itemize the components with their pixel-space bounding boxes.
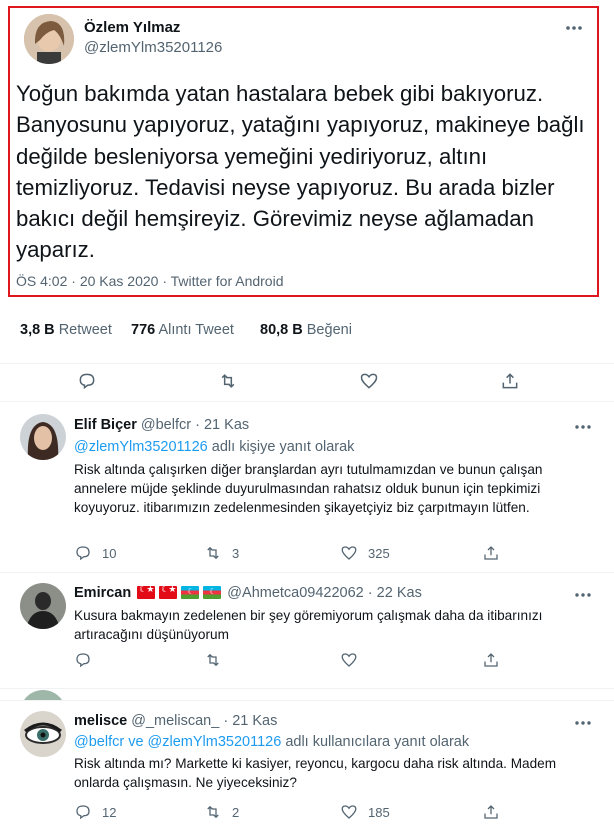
- mention-link[interactable]: @zlemYlm35201126: [74, 439, 208, 455]
- reply-icon: [76, 653, 90, 668]
- retweet-stat[interactable]: 3,8 B Retweet: [20, 322, 112, 338]
- retweet-button[interactable]: 3: [204, 543, 239, 563]
- like-icon: [341, 546, 357, 560]
- turkey-flag-icon: [159, 584, 178, 599]
- reply-header: melisce @_meliscan_ · 21 Kas: [74, 713, 278, 729]
- reply-tweet[interactable]: Emircan @Ahmetca09422062 · 22 Kas Kusura…: [0, 573, 614, 683]
- reply-avatar[interactable]: [20, 711, 66, 757]
- reply-button[interactable]: 12: [74, 802, 116, 822]
- replying-to: @belfcr ve @zlemYlm35201126 adlı kullanı…: [74, 734, 469, 750]
- share-icon: [484, 805, 498, 819]
- retweet-icon: [207, 546, 219, 560]
- like-count: 325: [368, 545, 390, 561]
- reply-icon: [76, 546, 90, 561]
- share-icon: [484, 653, 498, 667]
- reply-time[interactable]: 22 Kas: [377, 585, 422, 601]
- like-icon: [341, 805, 357, 819]
- tweet-date[interactable]: 20 Kas 2020: [80, 273, 159, 289]
- reply-text: Kusura bakmayın zedelenen bir şey göremi…: [74, 608, 543, 642]
- retweet-icon: [207, 653, 219, 667]
- retweet-count: 3,8 B: [20, 322, 55, 338]
- reply-header: Elif Biçer @belfcr · 21 Kas: [74, 417, 250, 433]
- retweet-icon: [207, 805, 219, 819]
- like-button[interactable]: 325: [340, 543, 390, 563]
- like-button[interactable]: 185: [340, 802, 390, 822]
- retweet-label: Retweet: [58, 322, 112, 338]
- retweet-count: 3: [232, 545, 240, 561]
- share-icon[interactable]: [500, 371, 522, 393]
- reply-button[interactable]: 10: [74, 543, 116, 563]
- reply-header: Emircan @Ahmetca09422062 · 22 Kas: [74, 584, 422, 601]
- quote-label: Alıntı Tweet: [158, 322, 234, 338]
- reply-author-handle[interactable]: @_meliscan_: [131, 713, 219, 729]
- tweet-action-bar: [0, 364, 614, 400]
- meta-separator: ·: [71, 273, 76, 289]
- tweet-time[interactable]: ÖS 4:02: [16, 273, 67, 289]
- share-icon: [484, 546, 498, 560]
- share-button[interactable]: [482, 802, 510, 822]
- reply-avatar[interactable]: [20, 583, 66, 629]
- reply-time[interactable]: 21 Kas: [204, 417, 249, 433]
- retweet-button[interactable]: [204, 650, 232, 670]
- like-icon: [341, 653, 357, 667]
- reply-tweet[interactable]: melisce @_meliscan_ · 21 Kas @belfcr ve …: [0, 701, 614, 826]
- partial-avatar: [20, 690, 66, 700]
- replying-suffix: adlı kullanıcılara yanıt olarak: [285, 734, 470, 750]
- like-stat[interactable]: 80,8 B Beğeni: [260, 322, 352, 338]
- more-options-icon[interactable]: [572, 419, 594, 435]
- replying-to: @zlemYlm35201126 adlı kişiye yanıt olara…: [74, 439, 354, 455]
- retweet-icon[interactable]: [218, 371, 240, 393]
- turkey-flag-icon: [137, 584, 156, 599]
- like-button[interactable]: [340, 650, 368, 670]
- reply-action-bar: [74, 650, 594, 672]
- like-count: 185: [368, 804, 390, 820]
- retweet-button[interactable]: 2: [204, 802, 239, 822]
- reply-author-handle[interactable]: @Ahmetca09422062: [227, 585, 363, 601]
- reply-button[interactable]: [74, 650, 102, 670]
- tweet-stats: 3,8 B Retweet 776 Alıntı Tweet 80,8 B Be…: [0, 300, 614, 364]
- like-label: Beğeni: [306, 322, 352, 338]
- main-tweet[interactable]: Özlem Yılmaz @zlemYlm35201126 Yoğun bakı…: [8, 6, 599, 297]
- reply-author-handle[interactable]: @belfcr: [141, 417, 191, 433]
- reply-author-name[interactable]: melisce: [74, 713, 127, 729]
- azerbaijan-flag-icon: [181, 586, 200, 599]
- tweet-text: Yoğun bakımda yatan hastalara bebek gibi…: [16, 81, 585, 263]
- author-avatar[interactable]: [24, 14, 74, 64]
- more-options-icon[interactable]: [572, 587, 594, 603]
- like-count: 80,8 B: [260, 322, 303, 338]
- reply-action-bar: 10 3 325: [74, 543, 594, 565]
- more-options-icon[interactable]: [572, 715, 594, 731]
- reply-tweet[interactable]: Elif Biçer @belfcr · 21 Kas @zlemYlm3520…: [0, 402, 614, 582]
- share-button[interactable]: [482, 650, 510, 670]
- reply-author-name[interactable]: Emircan: [74, 585, 131, 601]
- reply-count: 12: [102, 804, 117, 820]
- like-icon[interactable]: [359, 371, 381, 393]
- retweet-count: 2: [232, 804, 240, 820]
- reply-author-name[interactable]: Elif Biçer: [74, 417, 137, 433]
- reply-text: Risk altında mı? Markette ki kasiyer, re…: [74, 756, 557, 790]
- meta-separator: ·: [162, 273, 168, 289]
- quote-stat[interactable]: 776 Alıntı Tweet: [131, 322, 234, 338]
- reply-icon[interactable]: [77, 371, 99, 393]
- replying-suffix: adlı kişiye yanıt olarak: [211, 439, 355, 455]
- reply-icon: [76, 805, 90, 820]
- reply-text: Risk altında çalışırken diğer branşlarda…: [74, 462, 543, 515]
- reply-count: 10: [102, 545, 117, 561]
- tweet-metadata: ÖS 4:02 · 20 Kas 2020 · Twitter for Andr…: [16, 273, 283, 289]
- tweet-source[interactable]: Twitter for Android: [171, 273, 284, 289]
- mention-link[interactable]: @belfcr ve @zlemYlm35201126: [74, 734, 281, 750]
- reply-avatar[interactable]: [20, 414, 66, 460]
- reply-action-bar: 12 2 185: [74, 802, 594, 824]
- azerbaijan-flag-icon: [203, 586, 222, 599]
- tweet-page: Özlem Yılmaz @zlemYlm35201126 Yoğun bakı…: [0, 0, 614, 826]
- author-handle[interactable]: @zlemYlm35201126: [84, 39, 222, 56]
- quote-count: 776: [131, 322, 156, 338]
- reply-time[interactable]: 21 Kas: [232, 713, 277, 729]
- more-options-icon[interactable]: [563, 18, 585, 38]
- author-name[interactable]: Özlem Yılmaz: [84, 19, 180, 36]
- share-button[interactable]: [482, 543, 510, 563]
- divider: [0, 688, 614, 689]
